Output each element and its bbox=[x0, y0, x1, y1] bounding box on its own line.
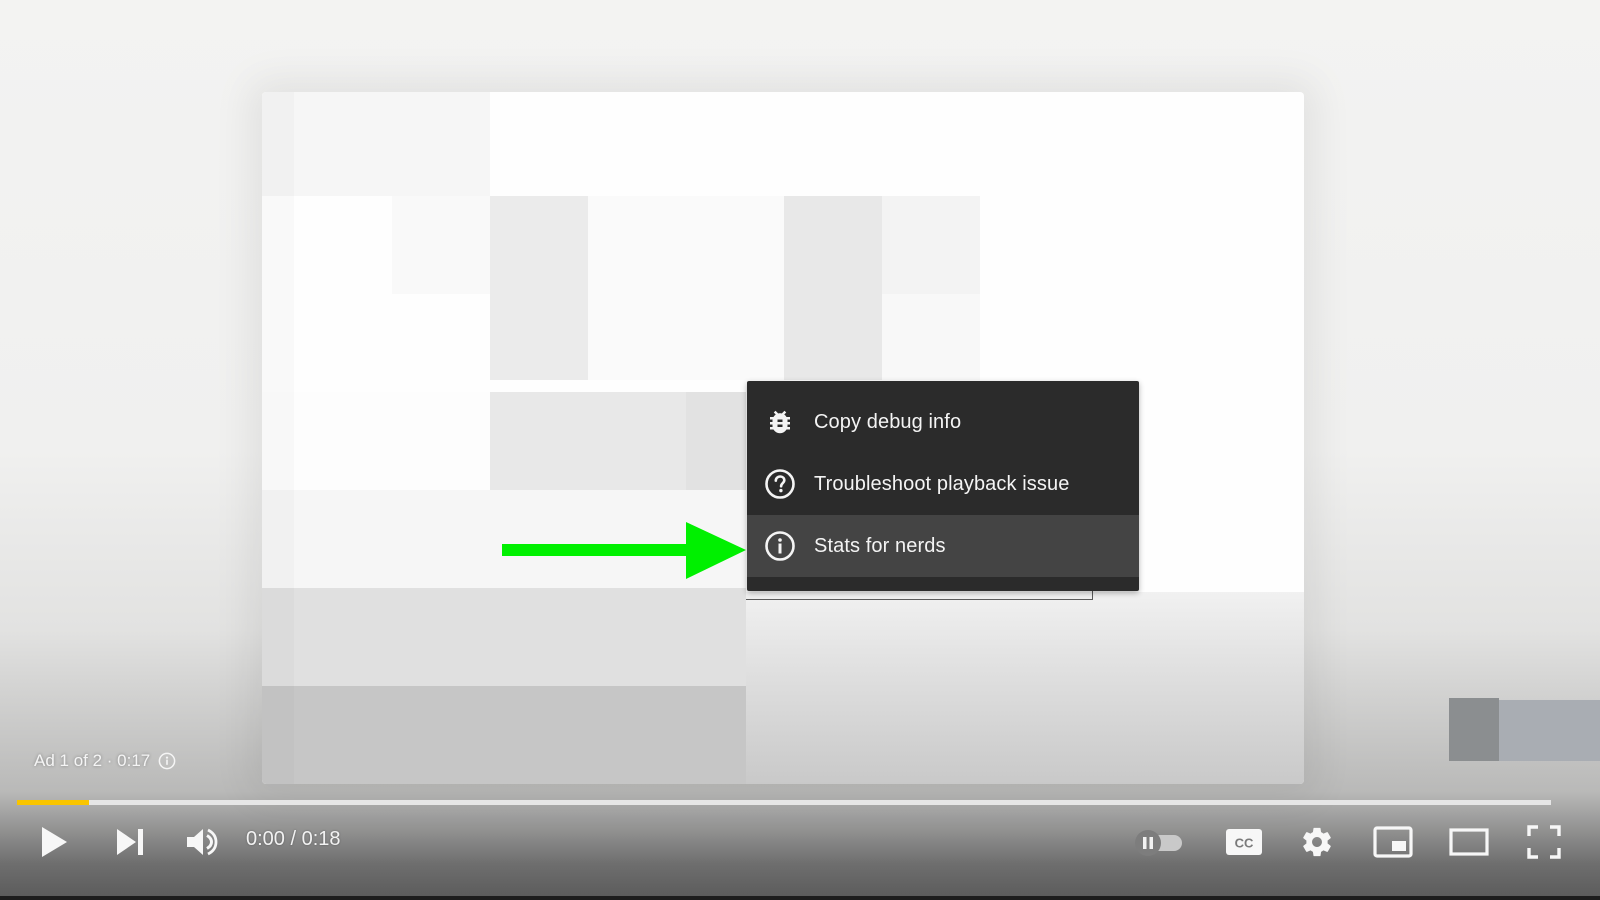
video-tile bbox=[262, 392, 490, 490]
next-button[interactable] bbox=[110, 812, 150, 872]
autoplay-toggle-icon bbox=[1132, 827, 1186, 857]
video-tile bbox=[262, 92, 490, 196]
ad-badge-text: Ad 1 of 2 · 0:17 bbox=[34, 751, 151, 770]
fullscreen-icon bbox=[1527, 825, 1561, 859]
menu-item-label: Troubleshoot playback issue bbox=[814, 472, 1070, 495]
video-tile bbox=[262, 686, 746, 784]
video-tile bbox=[686, 392, 746, 490]
miniplayer-icon bbox=[1373, 826, 1413, 858]
annotation-arrow bbox=[502, 522, 746, 579]
volume-button[interactable] bbox=[182, 812, 222, 872]
progress-bar[interactable] bbox=[17, 800, 1551, 805]
settings-button[interactable] bbox=[1297, 812, 1337, 872]
gear-icon bbox=[1300, 825, 1334, 859]
menu-item-copy-debug-info[interactable]: Copy debug info bbox=[747, 391, 1139, 453]
video-tile bbox=[784, 196, 882, 380]
ad-badge: Ad 1 of 2 · 0:17 bbox=[34, 751, 176, 771]
video-tile bbox=[262, 92, 294, 784]
play-button[interactable] bbox=[34, 812, 74, 872]
thumbnail-preview bbox=[1499, 700, 1600, 761]
menu-item-label: Stats for nerds bbox=[814, 534, 946, 557]
miniplayer-button[interactable] bbox=[1372, 812, 1414, 872]
video-tile bbox=[746, 592, 1304, 784]
video-tile bbox=[262, 588, 746, 686]
help-circle-icon bbox=[763, 467, 797, 501]
theater-mode-button[interactable] bbox=[1448, 812, 1490, 872]
arrow-shaft bbox=[502, 544, 690, 556]
bug-icon bbox=[763, 405, 797, 439]
video-tile bbox=[882, 196, 980, 294]
progress-played bbox=[17, 800, 90, 805]
captions-label: CC bbox=[1235, 836, 1254, 851]
captions-button[interactable]: CC bbox=[1224, 812, 1264, 872]
play-icon bbox=[39, 825, 69, 859]
captions-icon: CC bbox=[1225, 827, 1263, 857]
menu-item-stats-for-nerds[interactable]: Stats for nerds bbox=[747, 515, 1139, 577]
video-tile bbox=[588, 196, 784, 380]
menu-item-troubleshoot-playback[interactable]: Troubleshoot playback issue bbox=[747, 453, 1139, 515]
video-tile bbox=[490, 196, 588, 380]
video-tile bbox=[490, 392, 686, 490]
arrow-head bbox=[686, 522, 746, 579]
player-bottom-edge bbox=[0, 896, 1600, 900]
control-bar: 0:00 / 0:18 CC bbox=[0, 812, 1600, 874]
skip-next-icon bbox=[114, 827, 146, 857]
fullscreen-button[interactable] bbox=[1524, 812, 1564, 872]
video-player[interactable]: Copy debug info Troubleshoot playback is… bbox=[0, 0, 1600, 900]
video-tile bbox=[882, 294, 980, 380]
thumbnail-preview bbox=[1449, 698, 1499, 761]
menu-item-label: Copy debug info bbox=[814, 410, 962, 433]
context-menu: Copy debug info Troubleshoot playback is… bbox=[747, 381, 1139, 591]
info-icon[interactable] bbox=[158, 752, 176, 770]
volume-icon bbox=[185, 826, 219, 858]
video-tile bbox=[392, 196, 490, 294]
info-circle-icon bbox=[763, 529, 797, 563]
autoplay-toggle[interactable] bbox=[1132, 812, 1186, 872]
theater-mode-icon bbox=[1449, 828, 1489, 856]
time-display: 0:00 / 0:18 bbox=[246, 828, 341, 850]
